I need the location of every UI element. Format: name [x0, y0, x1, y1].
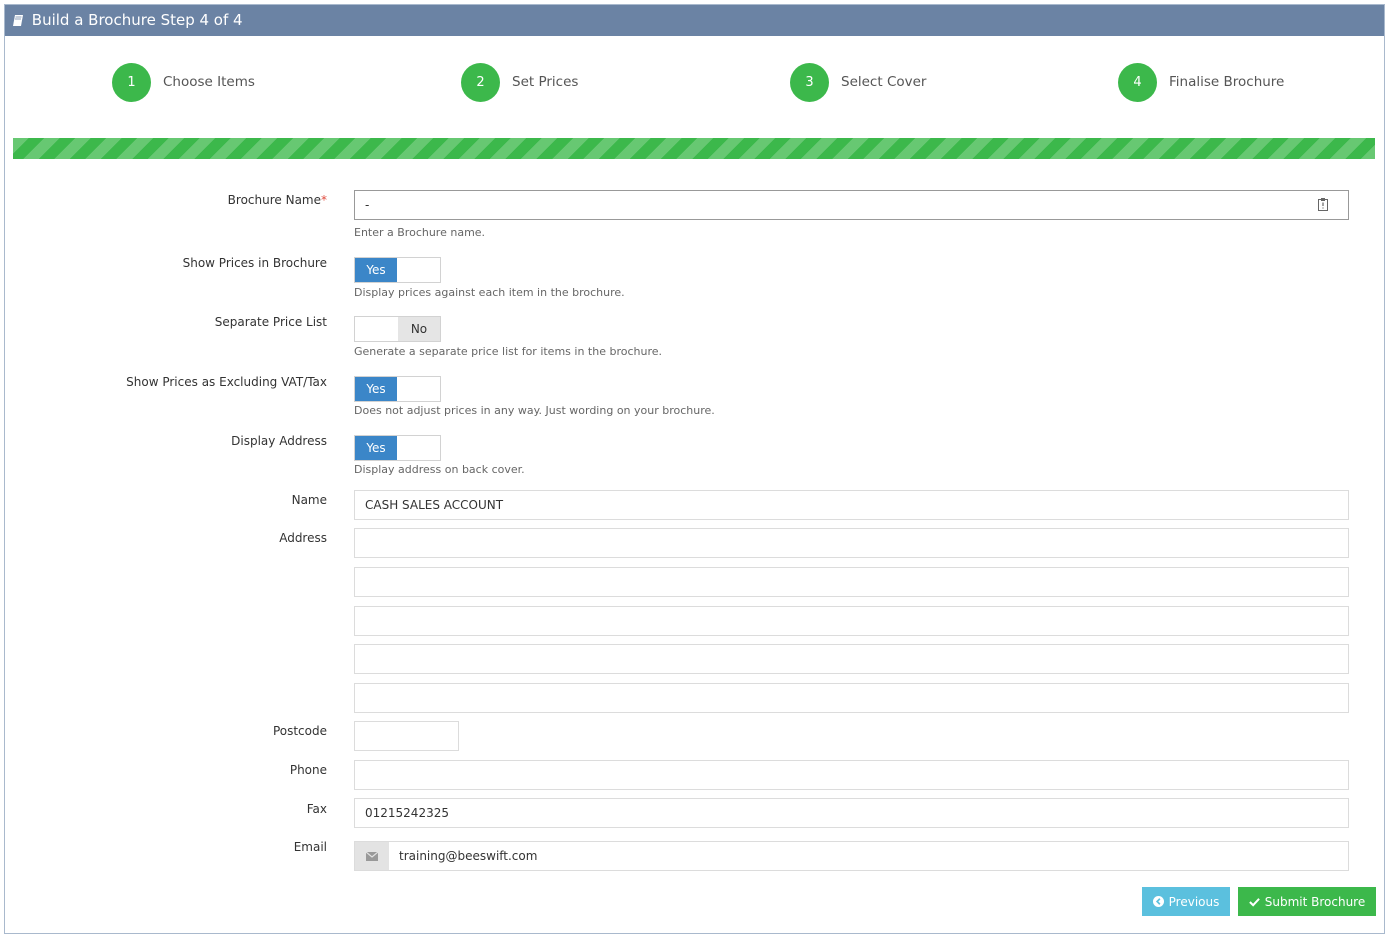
phone-input[interactable] [354, 760, 1349, 790]
step-label: Choose Items [163, 74, 255, 90]
progress-bar [13, 138, 1375, 159]
display-address-toggle[interactable]: Yes [354, 435, 441, 461]
panel-title: Build a Brochure Step 4 of 4 [31, 11, 243, 29]
toggle-blank [397, 258, 440, 282]
toggle-blank [397, 436, 440, 460]
arrow-left-circle-icon [1152, 896, 1164, 907]
required-mark: * [321, 193, 327, 207]
step-label: Finalise Brochure [1169, 74, 1285, 90]
separate-price-list-label: Separate Price List [214, 315, 327, 329]
toggle-on: Yes [355, 436, 397, 460]
toggle-blank [397, 377, 440, 401]
brochure-name-input[interactable]: - [354, 190, 1349, 220]
email-input-group[interactable]: training@beeswift.com [354, 841, 1349, 871]
step-finalise-brochure[interactable]: 4 Finalise Brochure [1118, 62, 1284, 102]
address-label: Address [279, 531, 327, 545]
excluding-vat-help: Does not adjust prices in any way. Just … [354, 404, 715, 417]
separate-price-list-help: Generate a separate price list for items… [354, 345, 662, 358]
toggle-on: Yes [355, 377, 397, 401]
brochure-panel: Build a Brochure Step 4 of 4 1 Choose It… [4, 4, 1385, 934]
email-label: Email [293, 840, 327, 854]
excluding-vat-label: Show Prices as Excluding VAT/Tax [126, 375, 327, 389]
step-number: 1 [112, 62, 151, 102]
address-line-5-input[interactable] [354, 683, 1349, 713]
toggle-blank [355, 317, 398, 341]
submit-button-label: Submit Brochure [1264, 894, 1366, 909]
toggle-on: Yes [355, 258, 397, 282]
step-label: Select Cover [841, 74, 927, 90]
brochure-name-help: Enter a Brochure name. [354, 226, 486, 239]
address-line-2-input[interactable] [354, 567, 1349, 597]
fax-input[interactable]: 01215242325 [354, 798, 1349, 828]
envelope-icon [366, 851, 378, 861]
email-addon [355, 842, 389, 870]
postcode-input[interactable] [354, 721, 459, 751]
show-prices-help: Display prices against each item in the … [354, 286, 625, 299]
clipboard-icon [1318, 198, 1328, 211]
email-input[interactable]: training@beeswift.com [389, 842, 1348, 870]
address-line-4-input[interactable] [354, 644, 1349, 674]
previous-button-label: Previous [1168, 894, 1220, 909]
phone-label: Phone [289, 763, 327, 777]
step-number: 3 [790, 62, 829, 102]
submit-brochure-button[interactable]: Submit Brochure [1238, 887, 1376, 916]
excluding-vat-toggle[interactable]: Yes [354, 376, 441, 402]
show-prices-label: Show Prices in Brochure [182, 256, 327, 270]
book-icon [13, 15, 23, 26]
step-select-cover[interactable]: 3 Select Cover [790, 62, 926, 102]
step-set-prices[interactable]: 2 Set Prices [461, 62, 578, 102]
brochure-name-label: Brochure Name* [227, 193, 327, 207]
previous-button[interactable]: Previous [1142, 887, 1230, 916]
display-address-label: Display Address [231, 434, 327, 448]
wizard-steps: 1 Choose Items 2 Set Prices 3 Select Cov… [5, 62, 1384, 102]
step-choose-items[interactable]: 1 Choose Items [112, 62, 255, 102]
postcode-label: Postcode [272, 724, 327, 738]
check-icon [1248, 897, 1260, 907]
toggle-off: No [398, 317, 440, 341]
address-line-1-input[interactable] [354, 528, 1349, 558]
name-label: Name [291, 493, 327, 507]
show-prices-toggle[interactable]: Yes [354, 257, 441, 283]
step-number: 4 [1118, 62, 1157, 102]
panel-header: Build a Brochure Step 4 of 4 [5, 5, 1384, 36]
name-input[interactable]: CASH SALES ACCOUNT [354, 490, 1349, 520]
display-address-help: Display address on back cover. [354, 463, 525, 476]
step-number: 2 [461, 62, 500, 102]
fax-label: Fax [306, 802, 327, 816]
address-line-3-input[interactable] [354, 606, 1349, 636]
step-label: Set Prices [512, 74, 579, 90]
separate-price-list-toggle[interactable]: No [354, 316, 441, 342]
